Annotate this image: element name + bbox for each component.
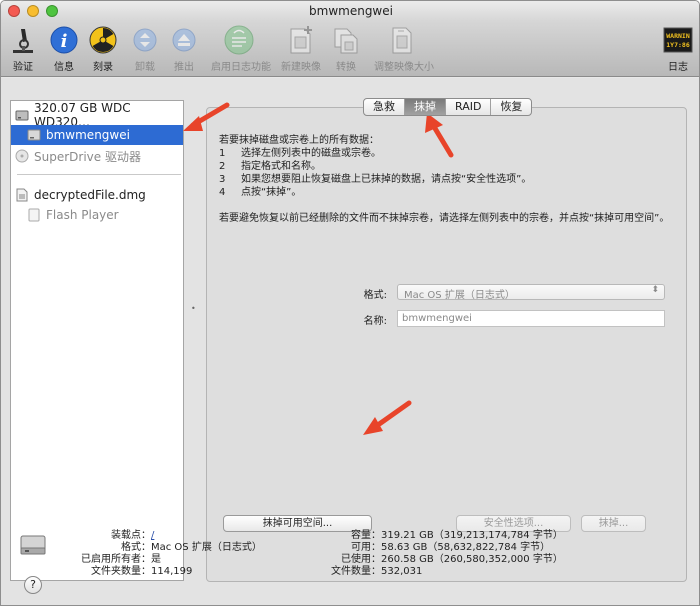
- window-title: bmwmengwei: [309, 4, 393, 18]
- svg-text:i: i: [61, 31, 68, 52]
- svg-text:WARNIN: WARNIN: [666, 32, 690, 40]
- sidebar-item-bmwmengwei[interactable]: bmwmengwei: [11, 125, 183, 145]
- tab-erase[interactable]: 抹掉: [405, 99, 446, 115]
- erase-panel: 若要抹掉磁盘或宗卷上的所有数据： 1 选择左侧列表中的磁盘或宗卷。 2 指定格式和名…: [206, 107, 687, 582]
- select-arrows-icon: ⬍: [651, 285, 659, 295]
- main-content: 320.07 GB WDC WD320… bmwmengwei SuperDri…: [1, 78, 699, 605]
- enable-journaling-button[interactable]: 启用日志功能: [211, 25, 271, 73]
- volume-icon: [20, 535, 46, 555]
- eject-icon: [169, 25, 199, 55]
- sidebar-item-flash-player[interactable]: Flash Player: [11, 205, 183, 225]
- annotation-arrow-icon: [363, 400, 412, 435]
- format-value: Mac OS 扩展（日志式）: [404, 290, 515, 301]
- sidebar-item-dmg[interactable]: decryptedFile.dmg: [11, 185, 183, 205]
- disk-utility-window: bmwmengwei 验证 i 信息 刻录 卸载 推出 启用日志功能 新建映像 …: [0, 0, 700, 606]
- tab-bar: 急救 抹掉 RAID 恢复: [363, 98, 533, 116]
- title-bar: bmwmengwei: [1, 1, 699, 21]
- dmg-file-icon: [16, 188, 28, 202]
- instruction-step: 2 指定格式和名称。: [219, 161, 321, 172]
- instruction-step: 4 点按“抹掉”。: [219, 187, 302, 198]
- eject-label: 推出: [174, 62, 194, 73]
- svg-text:1Y7:86: 1Y7:86: [666, 41, 690, 49]
- erase-free-space-note: 若要避免恢复以前已经删除的文件而不抹掉宗卷，请选择左侧列表中的宗卷，并点按“抹掉…: [219, 213, 670, 224]
- name-label: 名称:: [363, 316, 387, 327]
- enable-journaling-label: 启用日志功能: [211, 62, 271, 73]
- mount-point-link[interactable]: /: [151, 530, 154, 542]
- log-icon: WARNIN 1Y7:86: [663, 25, 693, 55]
- hard-drive-icon: [15, 110, 29, 121]
- annotation-arrow-icon: [183, 102, 230, 131]
- splitter-handle[interactable]: •: [191, 304, 197, 313]
- log-label: 日志: [668, 62, 688, 73]
- sidebar-item-label: decryptedFile.dmg: [34, 188, 146, 202]
- tab-first-aid[interactable]: 急救: [364, 99, 405, 115]
- sidebar-item-label: bmwmengwei: [46, 128, 130, 142]
- volume-info-right: 容量： 319.21 GB（319,213,174,784 字节） 可用： 58.6…: [331, 530, 563, 577]
- convert-icon: [331, 25, 361, 55]
- new-image-icon: [286, 25, 316, 55]
- sidebar-item-disk[interactable]: 320.07 GB WDC WD320…: [11, 101, 183, 129]
- resize-image-button[interactable]: 调整映像大小: [374, 25, 434, 73]
- help-button[interactable]: ?: [24, 576, 42, 594]
- convert-label: 转换: [336, 62, 356, 73]
- volume-icon: [28, 208, 40, 222]
- sidebar-item-label: Flash Player: [46, 208, 119, 222]
- sidebar-divider: [17, 174, 181, 175]
- sidebar-device-list[interactable]: 320.07 GB WDC WD320… bmwmengwei SuperDri…: [10, 100, 184, 581]
- resize-image-label: 调整映像大小: [374, 62, 434, 73]
- instruction-step: 3 如果您想要阻止恢复磁盘上已抹掉的数据，请点按“安全性选项”。: [219, 174, 532, 185]
- name-field[interactable]: bmwmengwei: [397, 310, 665, 327]
- burn-icon: [88, 25, 118, 55]
- toolbar: 验证 i 信息 刻录 卸载 推出 启用日志功能 新建映像 转换 调整映像大小 W…: [1, 21, 699, 77]
- log-button[interactable]: WARNIN 1Y7:86 日志: [650, 25, 699, 73]
- sidebar-item-superdrive[interactable]: SuperDrive 驱动器: [11, 146, 183, 166]
- sidebar-item-label: SuperDrive 驱动器: [34, 149, 141, 164]
- tab-raid[interactable]: RAID: [446, 99, 492, 115]
- optical-drive-icon: [15, 149, 29, 163]
- microscope-icon: [8, 25, 38, 55]
- enable-journaling-icon: [224, 25, 254, 55]
- eject-button[interactable]: 推出: [156, 25, 212, 73]
- tab-restore[interactable]: 恢复: [491, 99, 531, 115]
- volume-info-left: 装载点： / 格式： Mac OS 扩展（日志式） 已启用所有者：是 文件夹数量： 1…: [81, 530, 262, 577]
- format-select[interactable]: Mac OS 扩展（日志式） ⬍: [397, 284, 665, 301]
- volume-icon: [27, 129, 41, 141]
- volume-info-bar: ? 装载点： / 格式： Mac OS 扩展（日志式） 已启用所有者：是 文件夹数量…: [1, 522, 699, 605]
- format-label: 格式:: [363, 290, 387, 301]
- annotation-arrow-icon: [425, 113, 454, 158]
- resize-image-icon: [387, 25, 417, 55]
- convert-button[interactable]: 转换: [318, 25, 374, 73]
